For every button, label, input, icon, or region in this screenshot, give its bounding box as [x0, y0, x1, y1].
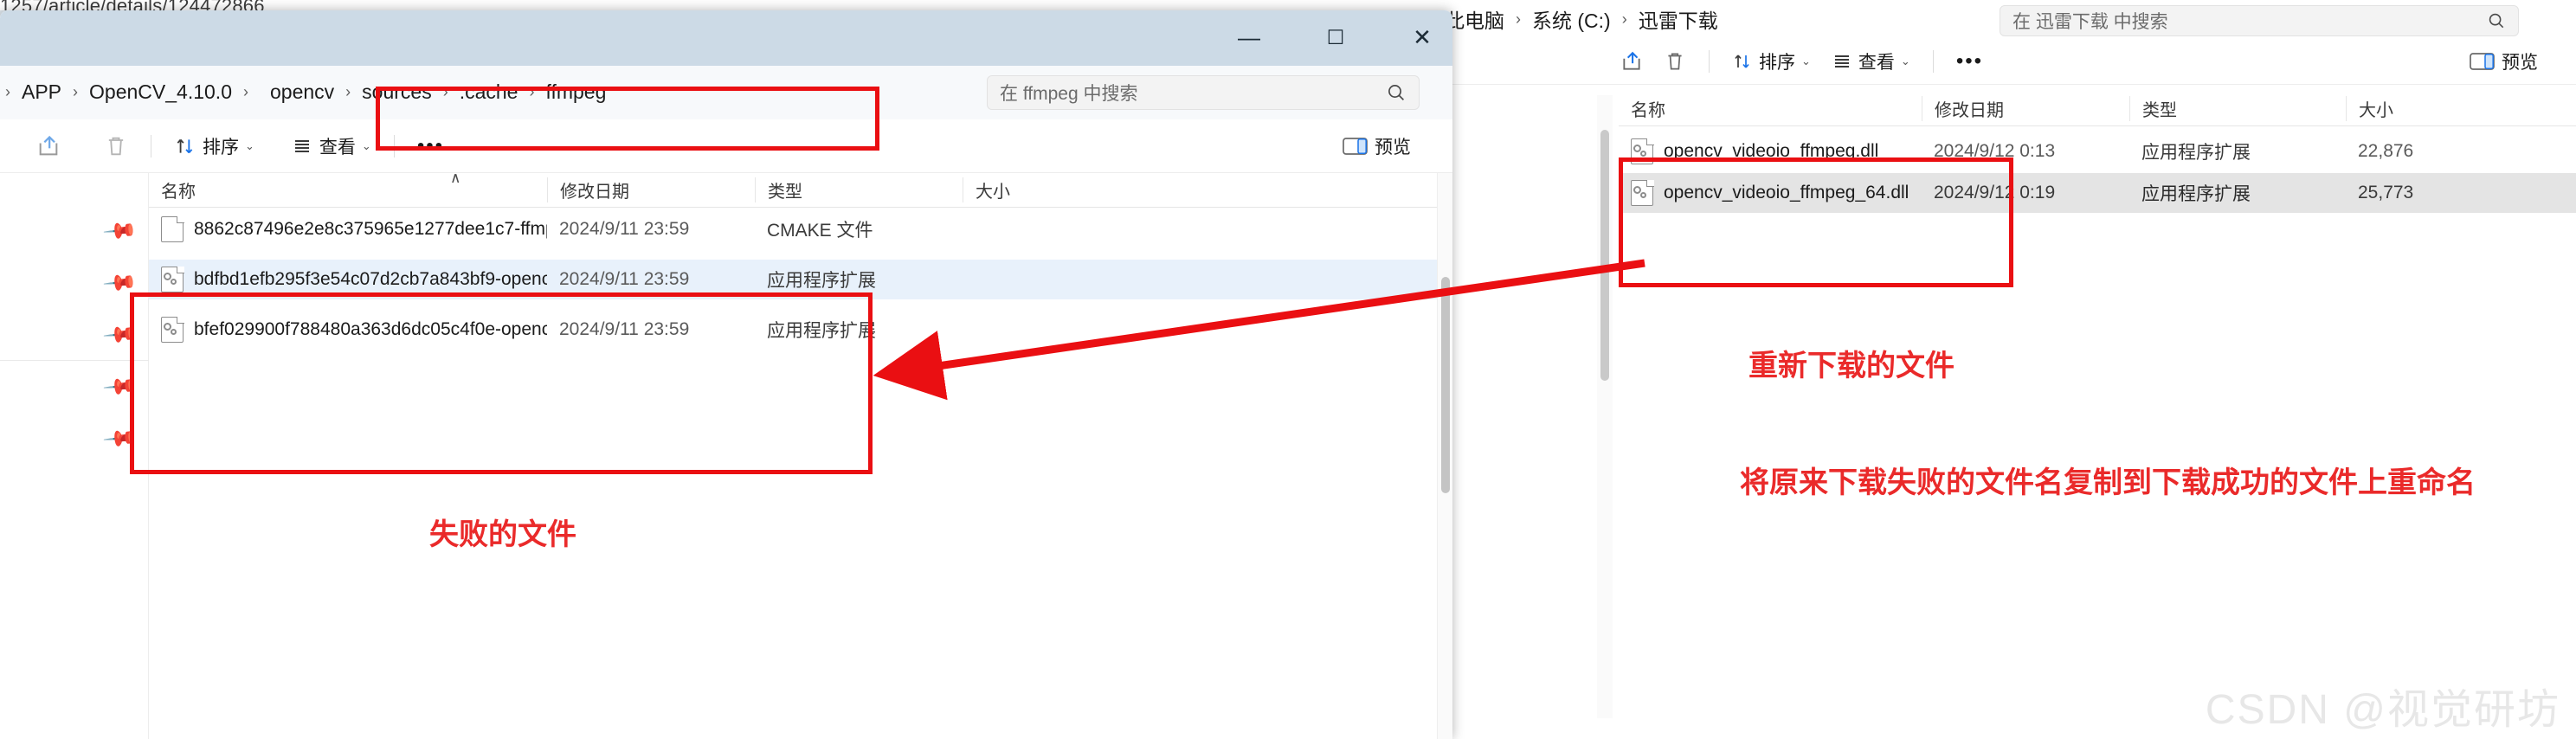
back-preview-button[interactable]: 预览 — [2459, 44, 2548, 79]
back-sort-button[interactable]: 排序 ⌄ — [1722, 44, 1821, 79]
back-breadcrumb-item-1[interactable]: 系统 (C:) — [1523, 4, 1620, 34]
front-column-type[interactable]: 类型 — [755, 177, 963, 202]
back-column-date[interactable]: 修改日期 — [1922, 96, 2129, 121]
annotation-box-breadcrumb — [376, 87, 879, 151]
front-scrollbar-thumb[interactable] — [1441, 277, 1450, 493]
back-column-type[interactable]: 类型 — [2129, 96, 2346, 121]
front-share-button[interactable] — [26, 130, 71, 163]
chevron-right-icon: › — [1621, 10, 1627, 28]
back-breadcrumb: 此电脑 › 系统 (C:) › 迅雷下载 — [1435, 4, 1728, 34]
share-icon — [39, 135, 58, 155]
back-search-placeholder: 在 迅雷下载 中搜索 — [2012, 12, 2168, 32]
dll-icon — [161, 267, 184, 292]
document-icon — [161, 216, 184, 242]
preview-pane-icon — [2470, 52, 2495, 70]
front-row-type: CMAKE 文件 — [767, 221, 873, 241]
preview-pane-icon — [1343, 137, 1368, 155]
front-row-type: 应用程序扩展 — [767, 271, 876, 291]
view-list-icon — [1834, 55, 1849, 67]
front-search-input[interactable]: 在 ffmpeg 中搜索 — [987, 75, 1420, 110]
back-breadcrumb-item-2[interactable]: 迅雷下载 — [1629, 4, 1728, 34]
chevron-down-icon: ⌄ — [1801, 54, 1811, 67]
back-row-size: 22,876 — [2358, 141, 2414, 161]
back-share-button[interactable] — [1610, 46, 1653, 77]
screenshot-root: 1257/article/details/124472866 ☆ ▮ ▤ ▣ ◉… — [0, 0, 2576, 739]
back-row-size: 25,773 — [2358, 183, 2414, 202]
trash-icon — [1668, 52, 1682, 70]
chevron-right-icon: › — [1516, 10, 1521, 28]
back-explorer-window: 此电脑 › 系统 (C:) › 迅雷下载 在 迅雷下载 中搜索 排序 ⌄ 查看 … — [1420, 0, 2576, 739]
back-vertical-scrollbar[interactable] — [1597, 95, 1613, 718]
front-row-name: bdfbd1efb295f3e54c07d2cb7a843bf9-opencv_… — [194, 269, 547, 289]
back-scrollbar-thumb[interactable] — [1600, 130, 1609, 381]
front-column-name[interactable]: 名称 — [149, 177, 547, 202]
front-preview-button[interactable]: 预览 — [1332, 129, 1421, 164]
back-view-button[interactable]: 查看 ⌄ — [1821, 44, 1921, 79]
annotation-rename-instruction: 将原来下载失败的文件名复制到下载成功的文件上重命名 — [1740, 466, 2476, 499]
view-list-icon — [294, 139, 309, 152]
front-column-date[interactable]: 修改日期 — [547, 177, 755, 202]
minimize-button[interactable]: — — [1210, 10, 1288, 64]
chevron-down-icon: ⌄ — [245, 138, 254, 152]
front-table-row[interactable]: 8862c87496e2e8c375965e1277dee1c7-ffmpeg_… — [149, 209, 1437, 249]
front-row-date: 2024/9/11 23:59 — [559, 219, 690, 239]
sort-icon — [1735, 54, 1749, 68]
back-view-label: 查看 — [1858, 52, 1895, 73]
back-column-size[interactable]: 大小 — [2346, 96, 2519, 121]
back-row-type: 应用程序扩展 — [2141, 184, 2251, 204]
back-column-name[interactable]: 名称 — [1619, 96, 1922, 121]
front-sort-label: 排序 — [203, 137, 239, 157]
close-button[interactable]: ✕ — [1383, 10, 1452, 64]
front-row-date: 2024/9/11 23:59 — [559, 269, 690, 289]
back-search-input[interactable]: 在 迅雷下载 中搜索 — [2000, 5, 2519, 36]
front-sort-button[interactable]: 排序 ⌄ — [164, 129, 265, 164]
back-delete-button[interactable] — [1653, 46, 1697, 77]
back-row-type: 应用程序扩展 — [2141, 143, 2251, 163]
back-more-button[interactable]: ••• — [1946, 45, 1993, 78]
annotation-box-failed-files — [130, 292, 873, 474]
toolbar-divider — [1932, 49, 1934, 73]
front-navigation-rail: 📌 📌 📌 📌 📌 — [0, 173, 149, 739]
toolbar-divider — [1709, 49, 1710, 73]
front-preview-label: 预览 — [1375, 137, 1411, 157]
back-sort-label: 排序 — [1759, 52, 1795, 73]
front-breadcrumb-item-opencv[interactable]: opencv — [259, 78, 345, 106]
back-toolbar: 排序 ⌄ 查看 ⌄ ••• 预览 — [1420, 38, 2576, 85]
search-icon — [2489, 13, 2504, 29]
back-preview-label: 预览 — [2502, 52, 2538, 73]
front-breadcrumb-item-opencv-version[interactable]: OpenCV_4.10.0 — [78, 78, 243, 106]
share-icon — [1623, 51, 1640, 70]
search-icon — [1388, 85, 1405, 101]
front-window-titlebar[interactable]: — ☐ ✕ — [0, 10, 1452, 66]
front-view-label: 查看 — [319, 137, 356, 157]
annotation-failed-files-label: 失败的文件 — [429, 518, 576, 551]
front-search-placeholder: 在 ffmpeg 中搜索 — [1000, 84, 1138, 104]
trash-icon — [108, 137, 124, 155]
pin-icon[interactable]: 📌 — [100, 210, 141, 252]
front-view-button[interactable]: 查看 ⌄ — [280, 129, 382, 164]
sort-icon — [177, 138, 193, 153]
annotation-box-redownloaded-files — [1619, 157, 2013, 287]
front-delete-button[interactable] — [93, 130, 138, 163]
maximize-button[interactable]: ☐ — [1297, 10, 1375, 64]
rail-divider — [0, 360, 149, 361]
chevron-right-icon: › — [242, 83, 248, 100]
sort-ascending-indicator: ∧ — [450, 170, 461, 186]
front-breadcrumb-item-app[interactable]: APP — [10, 78, 73, 106]
chevron-down-icon: ⌄ — [1900, 54, 1910, 67]
front-column-size[interactable]: 大小 — [963, 177, 1136, 202]
csdn-watermark: CSDN @视觉研坊 — [2205, 687, 2560, 733]
annotation-redownloaded-label: 重新下载的文件 — [1748, 350, 1955, 382]
front-column-header-row: 名称 修改日期 类型 大小 — [149, 173, 1437, 208]
front-row-name: 8862c87496e2e8c375965e1277dee1c7-ffmpeg_… — [194, 219, 547, 239]
back-column-header-row: 名称 修改日期 类型 大小 — [1619, 92, 2576, 126]
chevron-down-icon: ⌄ — [361, 138, 371, 152]
front-vertical-scrollbar[interactable] — [1437, 173, 1452, 739]
